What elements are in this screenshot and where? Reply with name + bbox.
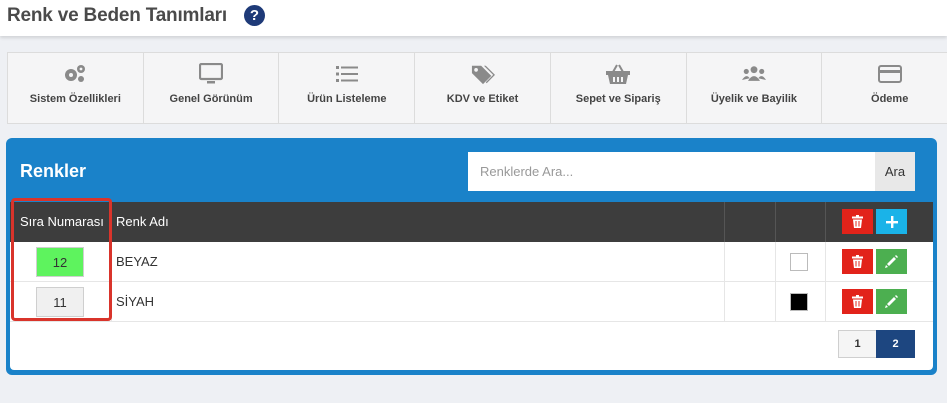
list-icon [335,63,359,85]
colors-table: Sıra Numarası Renk Adı 12 BEYAZ 11 SİYAH… [10,202,933,370]
page-title: Renk ve Beden Tanımları [7,5,227,26]
monitor-icon [199,63,224,85]
nav-label: Üyelik ve Bayilik [710,93,798,105]
pencil-icon [885,255,898,268]
page-button-2[interactable]: 2 [876,330,915,358]
nav-label: Ödeme [871,93,909,105]
gears-icon [63,63,87,85]
color-swatch [790,253,808,271]
top-bar: Renk ve Beden Tanımları ? [0,0,947,36]
color-swatch [790,293,808,311]
panel-title: Renkler [20,161,87,181]
users-icon [741,63,766,85]
nav-item-general-view[interactable]: Genel Görünüm [144,53,280,123]
nav-label: KDV ve Etiket [446,93,519,105]
trash-icon [852,255,863,268]
trash-icon [852,295,863,308]
credit-card-icon [877,63,902,85]
nav-item-cart-order[interactable]: Sepet ve Sipariş [551,53,687,123]
search-button[interactable]: Ara [875,152,915,191]
nav-label: Genel Görünüm [169,93,253,105]
column-header-name: Renk Adı [116,214,169,229]
nav-item-product-listing[interactable]: Ürün Listeleme [279,53,416,123]
table-row: 11 SİYAH [10,282,933,322]
nav-label: Sepet ve Sipariş [575,93,661,105]
page-button-1[interactable]: 1 [838,330,877,358]
bulk-delete-button[interactable] [842,209,873,234]
nav-label: Ürün Listeleme [307,93,387,105]
delete-button[interactable] [842,289,873,314]
question-circle-icon[interactable]: ? [244,5,265,26]
nav-item-tax-label[interactable]: KDV ve Etiket [415,53,551,123]
settings-nav: Sistem Özellikleri Genel Görünüm Ürün Li… [7,52,947,124]
nav-label: Sistem Özellikleri [29,93,121,105]
edit-button[interactable] [876,249,907,274]
pencil-icon [885,295,898,308]
colors-panel: Renkler Ara Sıra Numarası Renk Adı 12 BE… [6,138,937,375]
table-row: 12 BEYAZ [10,242,933,282]
edit-button[interactable] [876,289,907,314]
trash-icon [852,215,863,228]
delete-button[interactable] [842,249,873,274]
plus-icon [885,215,898,228]
nav-item-membership[interactable]: Üyelik ve Bayilik [687,53,823,123]
tags-icon [471,63,495,85]
table-header: Sıra Numarası Renk Adı [10,202,933,242]
color-name: BEYAZ [116,254,158,269]
order-column-highlight [11,198,112,321]
color-name: SİYAH [116,294,155,309]
basket-icon [606,63,631,85]
nav-item-payment[interactable]: Ödeme [822,53,947,123]
add-color-button[interactable] [876,209,907,234]
nav-item-system[interactable]: Sistem Özellikleri [8,53,144,123]
search-input[interactable] [468,152,875,191]
